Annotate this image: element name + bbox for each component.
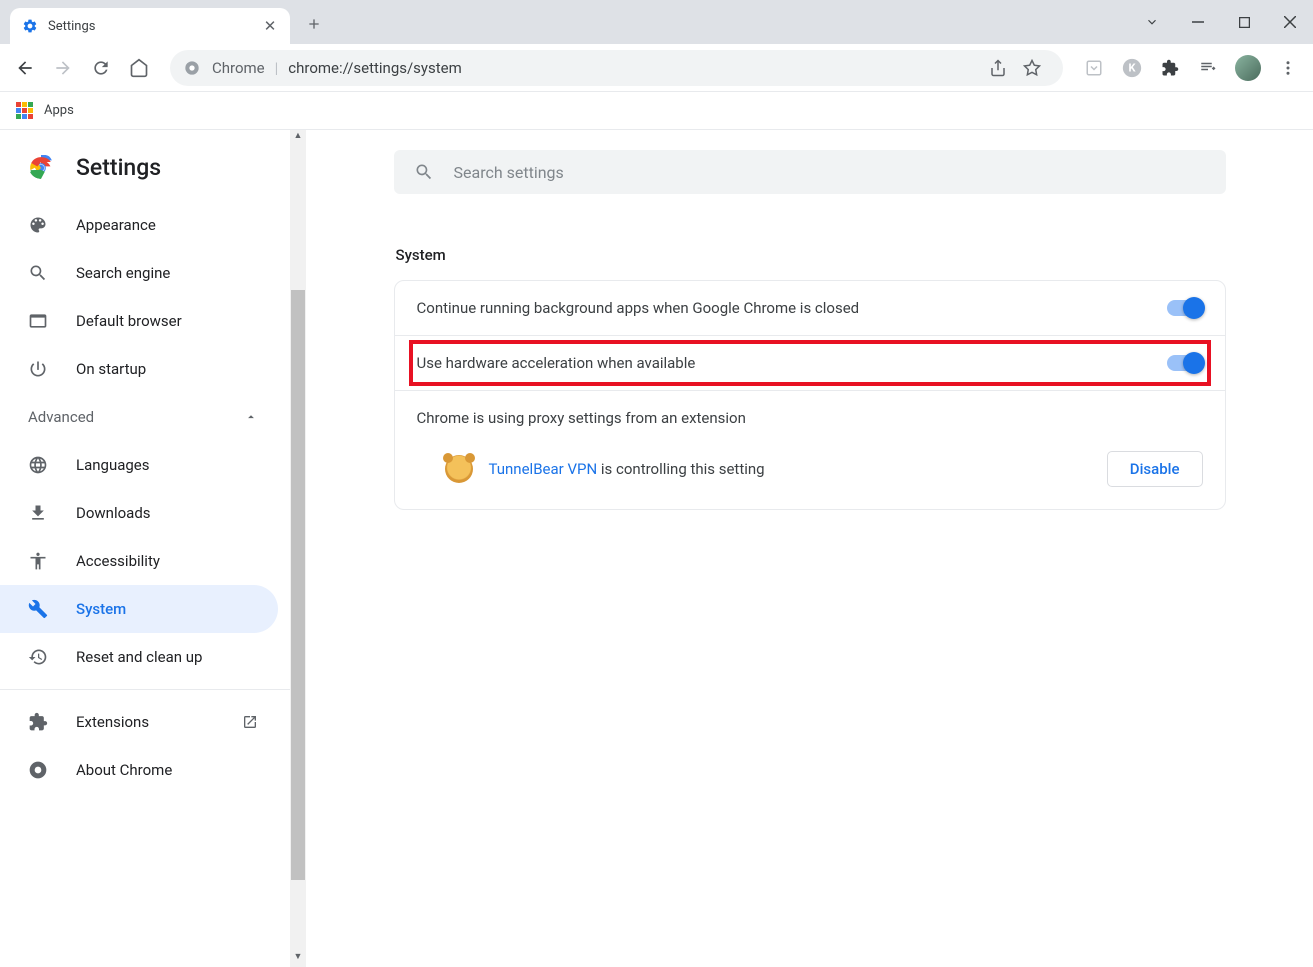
setting-label: Continue running background apps when Go…	[417, 299, 1167, 317]
external-link-icon	[242, 714, 258, 730]
tunnelbear-icon	[445, 455, 473, 483]
browser-toolbar: Chrome | chrome://settings/system K	[0, 44, 1313, 92]
sidebar-item-reset[interactable]: Reset and clean up	[0, 633, 278, 681]
proxy-title: Chrome is using proxy settings from an e…	[417, 409, 1203, 427]
system-settings-card: Continue running background apps when Go…	[394, 280, 1226, 510]
scroll-down-arrow[interactable]: ▼	[290, 951, 306, 967]
sidebar-item-languages[interactable]: Languages	[0, 441, 278, 489]
forward-button[interactable]	[46, 51, 80, 85]
download-icon	[28, 503, 48, 523]
sidebar-item-appearance[interactable]: Appearance	[0, 201, 278, 249]
gear-icon	[22, 18, 38, 34]
advanced-label: Advanced	[28, 408, 94, 426]
sidebar-item-on-startup[interactable]: On startup	[0, 345, 278, 393]
sidebar-item-label: Reset and clean up	[76, 648, 202, 666]
advanced-toggle[interactable]: Advanced	[0, 393, 278, 441]
chevron-up-icon	[244, 410, 258, 424]
sidebar-item-accessibility[interactable]: Accessibility	[0, 537, 278, 585]
restore-icon	[28, 647, 48, 667]
palette-icon	[28, 215, 48, 235]
search-icon	[28, 263, 48, 283]
apps-grid-icon[interactable]	[16, 102, 34, 120]
home-button[interactable]	[122, 51, 156, 85]
chrome-icon	[184, 60, 200, 76]
chrome-menu-icon[interactable]	[1271, 51, 1305, 85]
share-icon[interactable]	[981, 51, 1015, 85]
setting-hardware-acceleration: Use hardware acceleration when available	[395, 336, 1225, 391]
divider: |	[275, 59, 279, 77]
sidebar-item-label: Default browser	[76, 312, 182, 330]
proxy-settings-section: Chrome is using proxy settings from an e…	[395, 391, 1225, 509]
toggle-hardware-acceleration[interactable]	[1167, 355, 1203, 371]
sidebar-item-label: About Chrome	[76, 761, 172, 779]
setting-background-apps: Continue running background apps when Go…	[395, 281, 1225, 336]
search-settings-input[interactable]: Search settings	[394, 150, 1226, 194]
proxy-suffix: is controlling this setting	[597, 460, 764, 478]
browser-icon	[28, 311, 48, 331]
scroll-thumb[interactable]	[291, 290, 305, 880]
extensions-puzzle-icon[interactable]	[1153, 51, 1187, 85]
close-window-button[interactable]	[1267, 0, 1313, 44]
accessibility-icon	[28, 551, 48, 571]
close-icon[interactable]: ✕	[262, 18, 278, 34]
sidebar-item-label: Extensions	[76, 713, 149, 731]
sidebar-item-label: Search engine	[76, 264, 170, 282]
browser-tab[interactable]: Settings ✕	[10, 8, 290, 44]
sidebar-item-downloads[interactable]: Downloads	[0, 489, 278, 537]
sidebar-item-label: Languages	[76, 456, 150, 474]
extension-link[interactable]: TunnelBear VPN	[489, 460, 598, 478]
sidebar-item-extensions[interactable]: Extensions	[0, 698, 278, 746]
maximize-button[interactable]	[1221, 0, 1267, 44]
extension-k-icon[interactable]: K	[1115, 51, 1149, 85]
sidebar-item-system[interactable]: System	[0, 585, 278, 633]
back-button[interactable]	[8, 51, 42, 85]
chrome-logo-icon	[28, 155, 54, 181]
sidebar-item-search-engine[interactable]: Search engine	[0, 249, 278, 297]
power-icon	[28, 359, 48, 379]
apps-label[interactable]: Apps	[44, 103, 74, 118]
sidebar-item-label: System	[76, 600, 126, 618]
sidebar-title: Settings	[76, 154, 161, 181]
profile-avatar[interactable]	[1235, 55, 1261, 81]
chrome-small-icon	[28, 760, 48, 780]
proxy-text: TunnelBear VPN is controlling this setti…	[489, 460, 765, 478]
bookmarks-bar: Apps	[0, 92, 1313, 130]
separator	[0, 689, 290, 690]
sidebar-item-default-browser[interactable]: Default browser	[0, 297, 278, 345]
omnibox-url: chrome://settings/system	[288, 59, 461, 77]
reading-list-icon[interactable]	[1191, 51, 1225, 85]
scroll-up-arrow[interactable]: ▲	[290, 130, 306, 146]
disable-button[interactable]: Disable	[1107, 451, 1203, 487]
omnibox-label: Chrome	[212, 59, 265, 77]
search-placeholder: Search settings	[454, 163, 564, 182]
wrench-icon	[28, 599, 48, 619]
minimize-button[interactable]	[1175, 0, 1221, 44]
sidebar-item-label: Accessibility	[76, 552, 160, 570]
sidebar-item-about-chrome[interactable]: About Chrome	[0, 746, 278, 794]
setting-label: Use hardware acceleration when available	[417, 354, 1167, 372]
settings-sidebar: Settings Appearance Search engine Defaul…	[0, 130, 290, 967]
window-titlebar: Settings ✕	[0, 0, 1313, 44]
sidebar-item-label: On startup	[76, 360, 146, 378]
toggle-background-apps[interactable]	[1167, 300, 1203, 316]
address-bar[interactable]: Chrome | chrome://settings/system	[170, 50, 1063, 86]
sidebar-item-label: Appearance	[76, 216, 156, 234]
search-icon	[414, 162, 434, 182]
new-tab-button[interactable]	[300, 10, 328, 38]
sidebar-header: Settings	[0, 142, 290, 201]
tab-title: Settings	[48, 19, 262, 34]
section-heading: System	[394, 246, 1226, 264]
chevron-down-icon[interactable]	[1129, 0, 1175, 44]
sidebar-item-label: Downloads	[76, 504, 151, 522]
puzzle-icon	[28, 712, 48, 732]
settings-main: Search settings System Continue running …	[306, 130, 1313, 967]
window-controls	[1129, 0, 1313, 44]
sidebar-scrollbar[interactable]: ▲ ▼	[290, 130, 306, 967]
pocket-icon[interactable]	[1077, 51, 1111, 85]
globe-icon	[28, 455, 48, 475]
reload-button[interactable]	[84, 51, 118, 85]
bookmark-star-icon[interactable]	[1015, 51, 1049, 85]
svg-text:K: K	[1129, 61, 1137, 74]
